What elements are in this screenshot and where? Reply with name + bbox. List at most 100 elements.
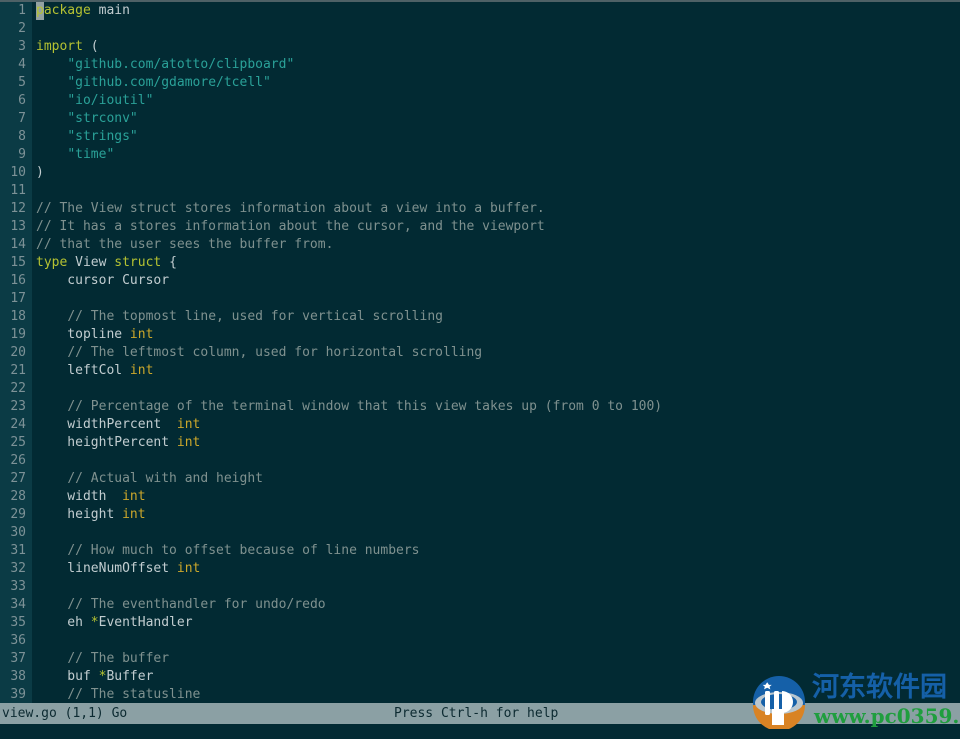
- line-number: 3: [18, 39, 26, 54]
- code-line[interactable]: 15 type View struct {: [0, 254, 960, 272]
- line-number: 34: [10, 597, 26, 612]
- code-text: widthPercent int: [36, 416, 200, 434]
- code-line[interactable]: 14 // that the user sees the buffer from.: [0, 236, 960, 254]
- code-line[interactable]: 20 // The leftmost column, used for hori…: [0, 344, 960, 362]
- code-line[interactable]: 19 topline int: [0, 326, 960, 344]
- code-lines-container[interactable]: 1 package main 2 3 import (4 "github.com/ato…: [0, 2, 960, 703]
- code-text: height int: [36, 506, 146, 524]
- code-text: // The eventhandler for undo/redo: [36, 596, 325, 614]
- code-token: *: [90, 615, 99, 630]
- line-number: 31: [10, 543, 26, 558]
- code-text: "strconv": [36, 110, 137, 128]
- line-number: 37: [10, 651, 26, 666]
- code-token: widthPercent: [36, 417, 177, 432]
- code-line[interactable]: 16 cursor Cursor: [0, 272, 960, 290]
- line-number: 4: [18, 57, 26, 72]
- code-line[interactable]: 22: [0, 380, 960, 398]
- code-line[interactable]: 27 // Actual with and height: [0, 470, 960, 488]
- code-text: "github.com/atotto/clipboard": [36, 56, 294, 74]
- code-text: // Percentage of the terminal window tha…: [36, 398, 662, 416]
- code-line[interactable]: 35 eh *EventHandler: [0, 614, 960, 632]
- code-text: // The buffer: [36, 650, 169, 668]
- code-line[interactable]: 21 leftCol int: [0, 362, 960, 380]
- code-line[interactable]: 7 "strconv": [0, 110, 960, 128]
- code-line[interactable]: 25 heightPercent int: [0, 434, 960, 452]
- line-number: 15: [10, 255, 26, 270]
- line-number: 21: [10, 363, 26, 378]
- code-line[interactable]: 8 "strings": [0, 128, 960, 146]
- code-token: (: [82, 39, 99, 54]
- code-line[interactable]: 2: [0, 20, 960, 38]
- code-editor-pane[interactable]: 1 package main 2 3 import (4 "github.com/ato…: [0, 2, 960, 703]
- line-number: 26: [10, 453, 26, 468]
- code-token: topline: [36, 327, 130, 342]
- code-line[interactable]: 1 package main: [0, 2, 960, 20]
- code-text: "github.com/gdamore/tcell": [36, 74, 271, 92]
- code-line[interactable]: 3 import (: [0, 38, 960, 56]
- code-token: "github.com/gdamore/tcell": [67, 75, 271, 90]
- code-line[interactable]: 36: [0, 632, 960, 650]
- code-line[interactable]: 38 buf *Buffer: [0, 668, 960, 686]
- code-token: int: [129, 327, 154, 342]
- code-token: "github.com/atotto/clipboard": [67, 57, 295, 72]
- code-line[interactable]: 39 // The statusline: [0, 686, 960, 703]
- code-text: lineNumOffset int: [36, 560, 200, 578]
- code-line[interactable]: 18 // The topmost line, used for vertica…: [0, 308, 960, 326]
- code-line[interactable]: 6 "io/ioutil": [0, 92, 960, 110]
- code-line[interactable]: 29 height int: [0, 506, 960, 524]
- code-text: buf *Buffer: [36, 668, 153, 686]
- code-line[interactable]: 34 // The eventhandler for undo/redo: [0, 596, 960, 614]
- code-line[interactable]: 24 widthPercent int: [0, 416, 960, 434]
- code-line[interactable]: 11: [0, 182, 960, 200]
- code-line[interactable]: 32 lineNumOffset int: [0, 560, 960, 578]
- line-number: 2: [18, 21, 26, 36]
- code-line[interactable]: 33: [0, 578, 960, 596]
- code-token: // The statusline: [67, 687, 201, 702]
- code-token: int: [122, 507, 146, 522]
- code-token: "io/ioutil": [67, 93, 154, 108]
- code-token: leftCol: [36, 363, 130, 378]
- code-token: main: [90, 3, 130, 18]
- code-line[interactable]: 26: [0, 452, 960, 470]
- code-line[interactable]: 12 // The View struct stores information …: [0, 200, 960, 218]
- code-token: "time": [67, 147, 115, 162]
- text-cursor: p: [36, 2, 44, 20]
- code-line[interactable]: 17: [0, 290, 960, 308]
- line-number: 30: [10, 525, 26, 540]
- code-line[interactable]: 28 width int: [0, 488, 960, 506]
- code-token: int: [176, 435, 201, 450]
- code-text: heightPercent int: [36, 434, 200, 452]
- code-line[interactable]: 30: [0, 524, 960, 542]
- code-token: lineNumOffset: [36, 561, 177, 576]
- code-line[interactable]: 5 "github.com/gdamore/tcell": [0, 74, 960, 92]
- code-line[interactable]: 9 "time": [0, 146, 960, 164]
- code-token: View: [67, 255, 115, 270]
- line-number: 14: [10, 237, 26, 252]
- line-number: 32: [10, 561, 26, 576]
- status-help-hint: Press Ctrl-h for help: [394, 706, 559, 721]
- code-line[interactable]: 10): [0, 164, 960, 182]
- line-number: 28: [10, 489, 26, 504]
- code-line[interactable]: 13 // It has a stores information about t…: [0, 218, 960, 236]
- code-line[interactable]: 23 // Percentage of the terminal window …: [0, 398, 960, 416]
- code-token: eh: [36, 615, 91, 630]
- code-line[interactable]: 37 // The buffer: [0, 650, 960, 668]
- code-text: width int: [36, 488, 145, 506]
- line-number: 20: [10, 345, 26, 360]
- code-token: // It has a stores information about the…: [36, 219, 545, 234]
- code-line[interactable]: 31 // How much to offset because of line…: [0, 542, 960, 560]
- line-number: 25: [10, 435, 26, 450]
- code-token: // that the user sees the buffer from.: [36, 237, 334, 252]
- code-line[interactable]: 4 "github.com/atotto/clipboard": [0, 56, 960, 74]
- line-number: 8: [18, 129, 26, 144]
- code-text: // Actual with and height: [36, 470, 263, 488]
- code-text: "time": [36, 146, 114, 164]
- code-text: // that the user sees the buffer from.: [36, 236, 333, 254]
- code-token: ): [36, 165, 44, 180]
- line-number: 9: [18, 147, 26, 162]
